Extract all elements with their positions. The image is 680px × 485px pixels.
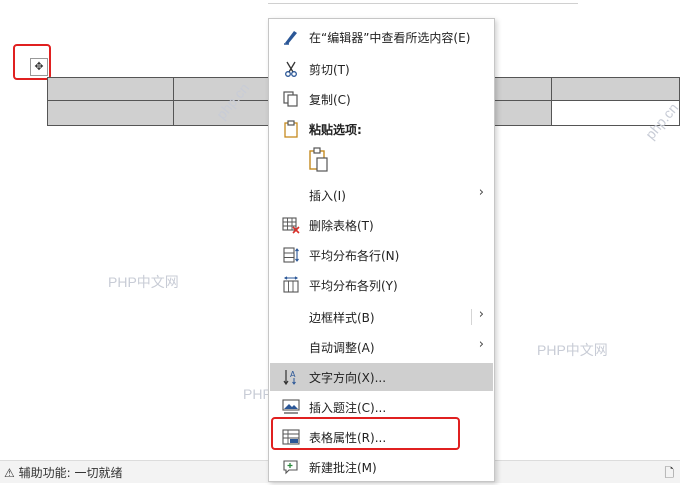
menu-item-copy[interactable]: 复制(C) — [270, 85, 493, 113]
menu-item-distribute-columns[interactable]: 平均分布各列(Y) — [270, 271, 493, 299]
menu-item-delete-table[interactable]: 删除表格(T) — [270, 211, 493, 239]
table-cell[interactable] — [47, 77, 174, 101]
paste-clipboard-icon — [309, 147, 328, 172]
caption-icon — [282, 399, 300, 414]
table-cell[interactable] — [494, 100, 552, 126]
watermark: PHP中文网 — [537, 342, 608, 358]
table-cell[interactable] — [47, 100, 174, 126]
table-cell[interactable] — [173, 77, 269, 101]
menu-item-insert[interactable]: 插入(I) › — [270, 181, 493, 209]
distribute-columns-icon — [283, 276, 299, 293]
menu-item-view-in-editor[interactable]: 在“编辑器”中查看所选内容(E) — [270, 23, 493, 51]
menu-top-edge — [268, 0, 578, 4]
menu-item-autofit[interactable]: 自动调整(A) › — [270, 333, 493, 361]
paste-keep-formatting-button[interactable] — [307, 147, 335, 175]
menu-item-text-direction[interactable]: A 文字方向(X)... — [270, 363, 493, 391]
new-comment-icon — [283, 460, 298, 475]
delete-table-icon — [282, 217, 300, 234]
chevron-right-icon: › — [478, 185, 484, 200]
chevron-right-icon: › — [478, 337, 484, 352]
copy-icon — [283, 91, 298, 107]
menu-item-new-comment[interactable]: 新建批注(M) — [270, 453, 493, 481]
svg-text:A: A — [290, 370, 296, 379]
menu-item-paste-options: 粘贴选项: — [270, 115, 493, 143]
chevron-right-icon: › — [478, 307, 484, 322]
distribute-rows-icon — [283, 247, 299, 263]
split-divider — [471, 309, 472, 325]
menu-item-border-styles[interactable]: 边框样式(B) › — [270, 303, 493, 331]
context-menu: 在“编辑器”中查看所选内容(E) 剪切(T) 复制(C) 粘贴选项: 插入(I)… — [268, 18, 495, 482]
accessibility-icon: ⚠ — [4, 466, 15, 480]
editor-pen-icon — [284, 31, 297, 45]
move-handle-highlight — [13, 44, 51, 80]
clipboard-icon — [284, 120, 298, 138]
watermark: PHP中文网 — [108, 274, 179, 290]
scissors-icon — [285, 61, 297, 77]
menu-item-cut[interactable]: 剪切(T) — [270, 55, 493, 83]
accessibility-status[interactable]: 辅助功能: 一切就绪 — [19, 466, 123, 480]
table-properties-highlight — [271, 417, 460, 450]
table-cell[interactable] — [551, 77, 680, 101]
menu-item-distribute-rows[interactable]: 平均分布各行(N) — [270, 241, 493, 269]
text-direction-icon: A — [283, 370, 296, 386]
table-cell[interactable] — [494, 77, 552, 101]
